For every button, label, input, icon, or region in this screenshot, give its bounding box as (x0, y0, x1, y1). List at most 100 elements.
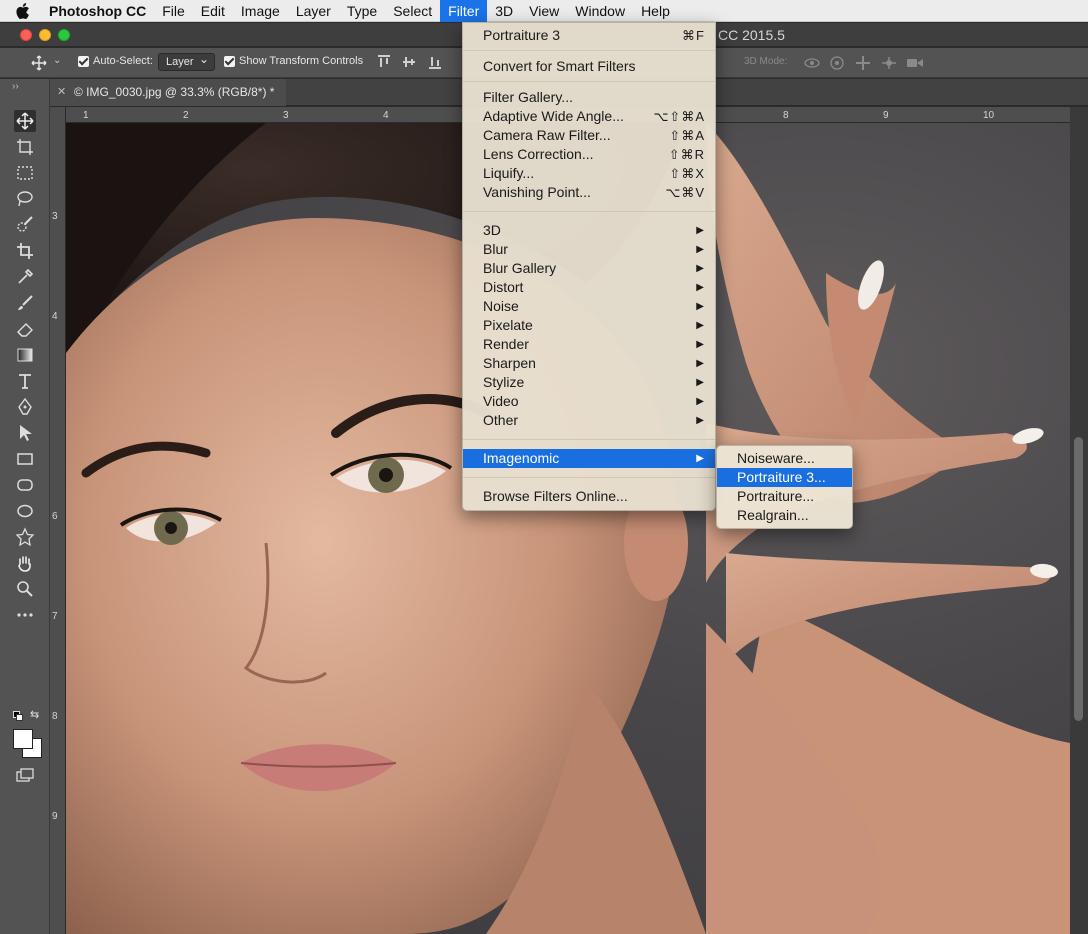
menu-item-lens-correction[interactable]: Lens Correction... ⇧⌘R (463, 145, 715, 164)
ruler-tick-label: 7 (52, 611, 58, 622)
hand-tool-icon[interactable] (14, 552, 36, 574)
menu-filter[interactable]: Filter (440, 0, 488, 22)
submenu-arrow-icon: ▶ (696, 263, 704, 274)
menu-item-convert-smart-filters[interactable]: Convert for Smart Filters (463, 57, 715, 76)
menu-item-blur[interactable]: Blur ▶ (463, 240, 715, 259)
menu-layer[interactable]: Layer (288, 0, 339, 22)
menu-3d[interactable]: 3D (487, 0, 521, 22)
align-bottom-icon[interactable] (428, 55, 442, 69)
menu-separator (463, 50, 715, 51)
document-tab[interactable]: ✕ © IMG_0030.jpg @ 33.3% (RGB/8*) * (50, 79, 286, 106)
shortcut-label: ⌥⌘V (665, 185, 705, 200)
align-top-icon[interactable] (377, 55, 391, 69)
swap-colors-icon[interactable]: ⇆ (30, 708, 39, 721)
vertical-scrollbar[interactable] (1070, 107, 1088, 934)
menu-item-adaptive-wide-angle[interactable]: Adaptive Wide Angle... ⌥⇧⌘A (463, 107, 715, 126)
eraser-tool-icon[interactable] (14, 318, 36, 340)
auto-select-checkbox[interactable] (78, 55, 89, 67)
menu-select[interactable]: Select (385, 0, 440, 22)
menu-app-name[interactable]: Photoshop CC (46, 0, 154, 22)
menu-item-stylize[interactable]: Stylize ▶ (463, 373, 715, 392)
menu-item-filter-gallery[interactable]: Filter Gallery... (463, 88, 715, 107)
menu-item-vanishing-point[interactable]: Vanishing Point... ⌥⌘V (463, 183, 715, 202)
menu-item-video[interactable]: Video ▶ (463, 392, 715, 411)
gradient-tool-icon[interactable] (14, 344, 36, 366)
zoom-window-button[interactable] (58, 29, 70, 41)
panel-collapse-icon[interactable]: ›› (12, 81, 19, 92)
quick-mask-icon[interactable] (14, 765, 36, 787)
ellipse-tool-icon[interactable] (14, 500, 36, 522)
eyedropper-tool-icon[interactable] (14, 266, 36, 288)
type-tool-icon[interactable] (14, 370, 36, 392)
menu-item-blur-gallery[interactable]: Blur Gallery ▶ (463, 259, 715, 278)
rectangle-tool-icon[interactable] (14, 448, 36, 470)
more-tools-icon[interactable] (14, 604, 36, 626)
3d-slide-icon[interactable] (880, 55, 898, 71)
submenu-item-portraiture[interactable]: Portraiture... (717, 487, 852, 506)
show-transform-option[interactable]: Show Transform Controls (224, 55, 363, 67)
menu-item-label: Render (483, 336, 529, 352)
submenu-item-realgrain[interactable]: Realgrain... (717, 506, 852, 525)
submenu-arrow-icon: ▶ (696, 282, 704, 293)
submenu-arrow-icon: ▶ (696, 339, 704, 350)
tool-preset-chevron-icon[interactable]: ⌄ (53, 55, 61, 66)
auto-select-option[interactable]: Auto-Select: (78, 55, 153, 67)
close-tab-icon[interactable]: ✕ (57, 79, 66, 106)
menu-item-liquify[interactable]: Liquify... ⇧⌘X (463, 164, 715, 183)
lasso-tool-icon[interactable] (14, 188, 36, 210)
crop-tool-icon[interactable] (14, 240, 36, 262)
3d-orbit-icon[interactable] (803, 55, 821, 71)
3d-scale-video-icon[interactable] (905, 55, 925, 71)
move-tool-icon[interactable] (31, 55, 47, 71)
menu-item-sharpen[interactable]: Sharpen ▶ (463, 354, 715, 373)
submenu-item-noiseware[interactable]: Noiseware... (717, 449, 852, 468)
window-title: CC 2015.5 (718, 27, 785, 43)
quick-selection-tool-icon[interactable] (14, 214, 36, 236)
apple-logo-icon[interactable] (0, 2, 46, 19)
menu-item-3d[interactable]: 3D ▶ (463, 221, 715, 240)
menu-help[interactable]: Help (633, 0, 678, 22)
show-transform-checkbox[interactable] (224, 55, 235, 67)
ruler-tick-label: 3 (52, 211, 58, 222)
menu-window[interactable]: Window (567, 0, 633, 22)
menu-item-other[interactable]: Other ▶ (463, 411, 715, 430)
vertical-ruler[interactable]: 3 4 6 7 8 9 (50, 107, 66, 934)
align-vertical-center-icon[interactable] (402, 55, 416, 69)
menu-image[interactable]: Image (233, 0, 288, 22)
move-tool-icon[interactable] (14, 110, 36, 132)
menu-edit[interactable]: Edit (193, 0, 233, 22)
menu-item-label: Blur (483, 241, 508, 257)
foreground-color-swatch[interactable] (13, 729, 33, 749)
menu-item-noise[interactable]: Noise ▶ (463, 297, 715, 316)
3d-roll-icon[interactable] (829, 55, 845, 71)
close-window-button[interactable] (20, 29, 32, 41)
marquee-tool-icon[interactable] (14, 162, 36, 184)
zoom-tool-icon[interactable] (14, 578, 36, 600)
menu-item-render[interactable]: Render ▶ (463, 335, 715, 354)
menu-item-imagenomic[interactable]: Imagenomic ▶ (463, 449, 715, 468)
menu-item-camera-raw-filter[interactable]: Camera Raw Filter... ⇧⌘A (463, 126, 715, 145)
menu-file[interactable]: File (154, 0, 193, 22)
default-colors-icon[interactable] (13, 711, 23, 721)
artboard-tool-icon[interactable] (14, 136, 36, 158)
3d-pan-icon[interactable] (855, 55, 871, 71)
menu-bar: Photoshop CC File Edit Image Layer Type … (0, 0, 1088, 22)
menu-item-last-filter[interactable]: Portraiture 3 ⌘F (463, 26, 715, 45)
path-selection-tool-icon[interactable] (14, 422, 36, 444)
submenu-item-portraiture-3[interactable]: Portraiture 3... (717, 468, 852, 487)
menu-item-browse-filters-online[interactable]: Browse Filters Online... (463, 487, 715, 506)
menu-item-distort[interactable]: Distort ▶ (463, 278, 715, 297)
rounded-rectangle-tool-icon[interactable] (14, 474, 36, 496)
custom-shape-tool-icon[interactable] (14, 526, 36, 548)
pen-tool-icon[interactable] (14, 396, 36, 418)
scrollbar-thumb[interactable] (1074, 437, 1083, 721)
minimize-window-button[interactable] (39, 29, 51, 41)
menu-type[interactable]: Type (339, 0, 385, 22)
menu-view[interactable]: View (521, 0, 567, 22)
menu-item-pixelate[interactable]: Pixelate ▶ (463, 316, 715, 335)
submenu-arrow-icon: ▶ (696, 225, 704, 236)
auto-select-target-dropdown[interactable]: Layer (158, 51, 215, 71)
brush-tool-icon[interactable] (14, 292, 36, 314)
menu-item-label: Adaptive Wide Angle... (483, 108, 624, 124)
auto-select-label: Auto-Select: (93, 55, 153, 67)
